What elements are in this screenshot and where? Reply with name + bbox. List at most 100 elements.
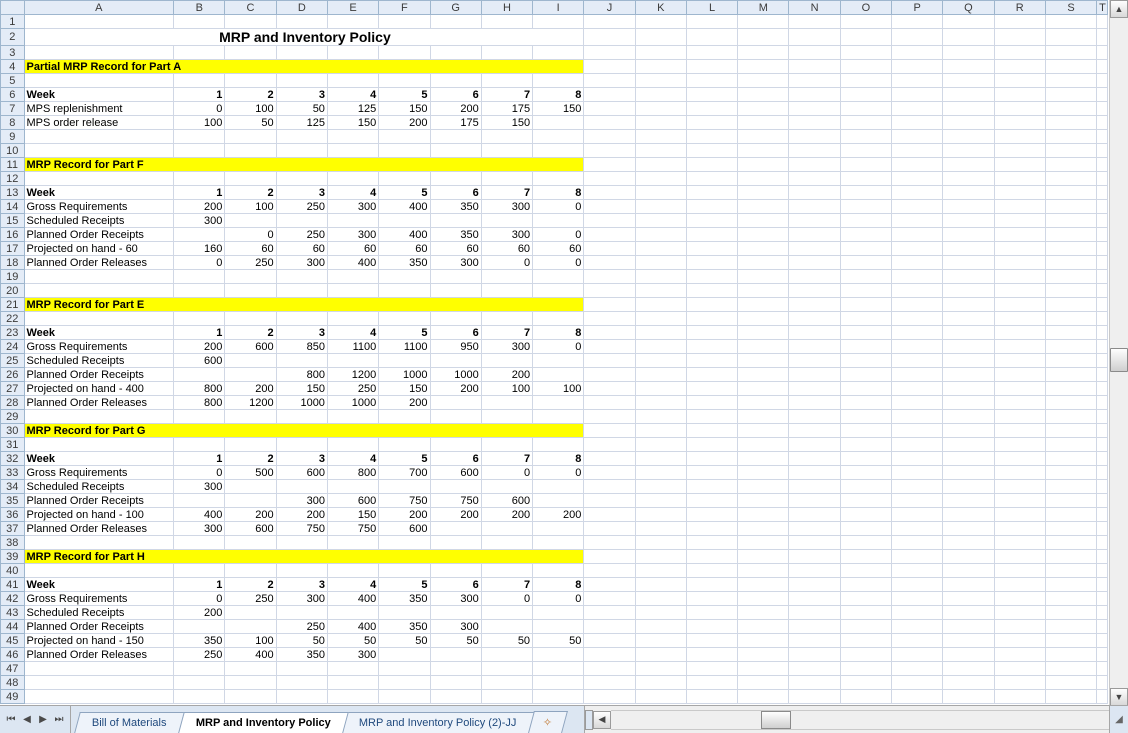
week-number[interactable]: 4 [327,452,378,466]
cell-L2[interactable] [686,29,737,46]
cell-Q45[interactable] [943,634,994,648]
cell-N33[interactable] [789,466,840,480]
row-label[interactable]: Planned Order Releases [24,256,174,270]
cell-H19[interactable] [481,270,532,284]
cell-P14[interactable] [892,200,943,214]
data-cell[interactable] [276,214,327,228]
row-header-37[interactable]: 37 [1,522,25,536]
cell-F3[interactable] [379,46,430,60]
cell-J10[interactable] [584,144,635,158]
cell-Q9[interactable] [943,130,994,144]
row-label[interactable]: Planned Order Receipts [24,494,174,508]
cell-K24[interactable] [635,340,686,354]
cell-I5[interactable] [533,74,584,88]
cell-Q17[interactable] [943,242,994,256]
row-header-23[interactable]: 23 [1,326,25,340]
cell-P42[interactable] [892,592,943,606]
week-number[interactable]: 4 [327,578,378,592]
data-cell[interactable]: 100 [225,102,276,116]
cell-P21[interactable] [892,298,943,312]
cell-P18[interactable] [892,256,943,270]
cell-S19[interactable] [1045,270,1096,284]
cell-Q44[interactable] [943,620,994,634]
row-header-41[interactable]: 41 [1,578,25,592]
cell-R32[interactable] [994,452,1045,466]
tab-split-handle[interactable] [585,710,593,730]
column-header-D[interactable]: D [276,1,327,15]
cell-R33[interactable] [994,466,1045,480]
cell-M48[interactable] [738,676,789,690]
cell-S49[interactable] [1045,690,1096,704]
cell-N25[interactable] [789,354,840,368]
cell-O25[interactable] [840,354,891,368]
cell-G12[interactable] [430,172,481,186]
cell-T29[interactable] [1097,410,1108,424]
data-cell[interactable]: 0 [481,256,532,270]
cell-N6[interactable] [789,88,840,102]
cell-N18[interactable] [789,256,840,270]
data-cell[interactable] [225,368,276,382]
cell-N32[interactable] [789,452,840,466]
data-cell[interactable] [430,480,481,494]
data-cell[interactable]: 300 [481,200,532,214]
cell-M19[interactable] [738,270,789,284]
cell-F47[interactable] [379,662,430,676]
cell-Q39[interactable] [943,550,994,564]
data-cell[interactable]: 200 [430,508,481,522]
row-header-25[interactable]: 25 [1,354,25,368]
week-number[interactable]: 6 [430,452,481,466]
row-label[interactable]: MPS replenishment [24,102,174,116]
cell-M36[interactable] [738,508,789,522]
sheet-tab[interactable]: MRP and Inventory Policy (2)-JJ [342,712,535,733]
cell-T26[interactable] [1097,368,1108,382]
cell-T43[interactable] [1097,606,1108,620]
cell-L46[interactable] [686,648,737,662]
cell-E31[interactable] [327,438,378,452]
cell-J23[interactable] [584,326,635,340]
cell-C48[interactable] [225,676,276,690]
cell-P43[interactable] [892,606,943,620]
data-cell[interactable]: 300 [327,648,378,662]
cell-J35[interactable] [584,494,635,508]
data-cell[interactable]: 300 [276,494,327,508]
cell-J32[interactable] [584,452,635,466]
row-header-42[interactable]: 42 [1,592,25,606]
row-header-32[interactable]: 32 [1,452,25,466]
row-header-19[interactable]: 19 [1,270,25,284]
cell-L38[interactable] [686,536,737,550]
cell-M20[interactable] [738,284,789,298]
data-cell[interactable] [533,522,584,536]
cell-K34[interactable] [635,480,686,494]
cell-O10[interactable] [840,144,891,158]
row-label[interactable]: Scheduled Receipts [24,606,174,620]
cell-M46[interactable] [738,648,789,662]
column-header-O[interactable]: O [840,1,891,15]
cell-J43[interactable] [584,606,635,620]
data-cell[interactable]: 600 [225,340,276,354]
cell-P30[interactable] [892,424,943,438]
cell-A3[interactable] [24,46,174,60]
cell-R37[interactable] [994,522,1045,536]
cell-C9[interactable] [225,130,276,144]
data-cell[interactable]: 350 [379,620,430,634]
cell-S26[interactable] [1045,368,1096,382]
cell-C29[interactable] [225,410,276,424]
data-cell[interactable]: 200 [379,508,430,522]
cell-O33[interactable] [840,466,891,480]
data-cell[interactable]: 300 [276,256,327,270]
cell-P6[interactable] [892,88,943,102]
sheet-title[interactable]: MRP and Inventory Policy [24,29,584,46]
cell-D49[interactable] [276,690,327,704]
cell-J1[interactable] [584,15,635,29]
data-cell[interactable]: 300 [481,340,532,354]
data-cell[interactable]: 400 [174,508,225,522]
cell-S41[interactable] [1045,578,1096,592]
cell-G1[interactable] [430,15,481,29]
cell-T20[interactable] [1097,284,1108,298]
cell-J42[interactable] [584,592,635,606]
cell-M44[interactable] [738,620,789,634]
cell-R17[interactable] [994,242,1045,256]
week-number[interactable]: 6 [430,88,481,102]
cell-K41[interactable] [635,578,686,592]
cell-E3[interactable] [327,46,378,60]
